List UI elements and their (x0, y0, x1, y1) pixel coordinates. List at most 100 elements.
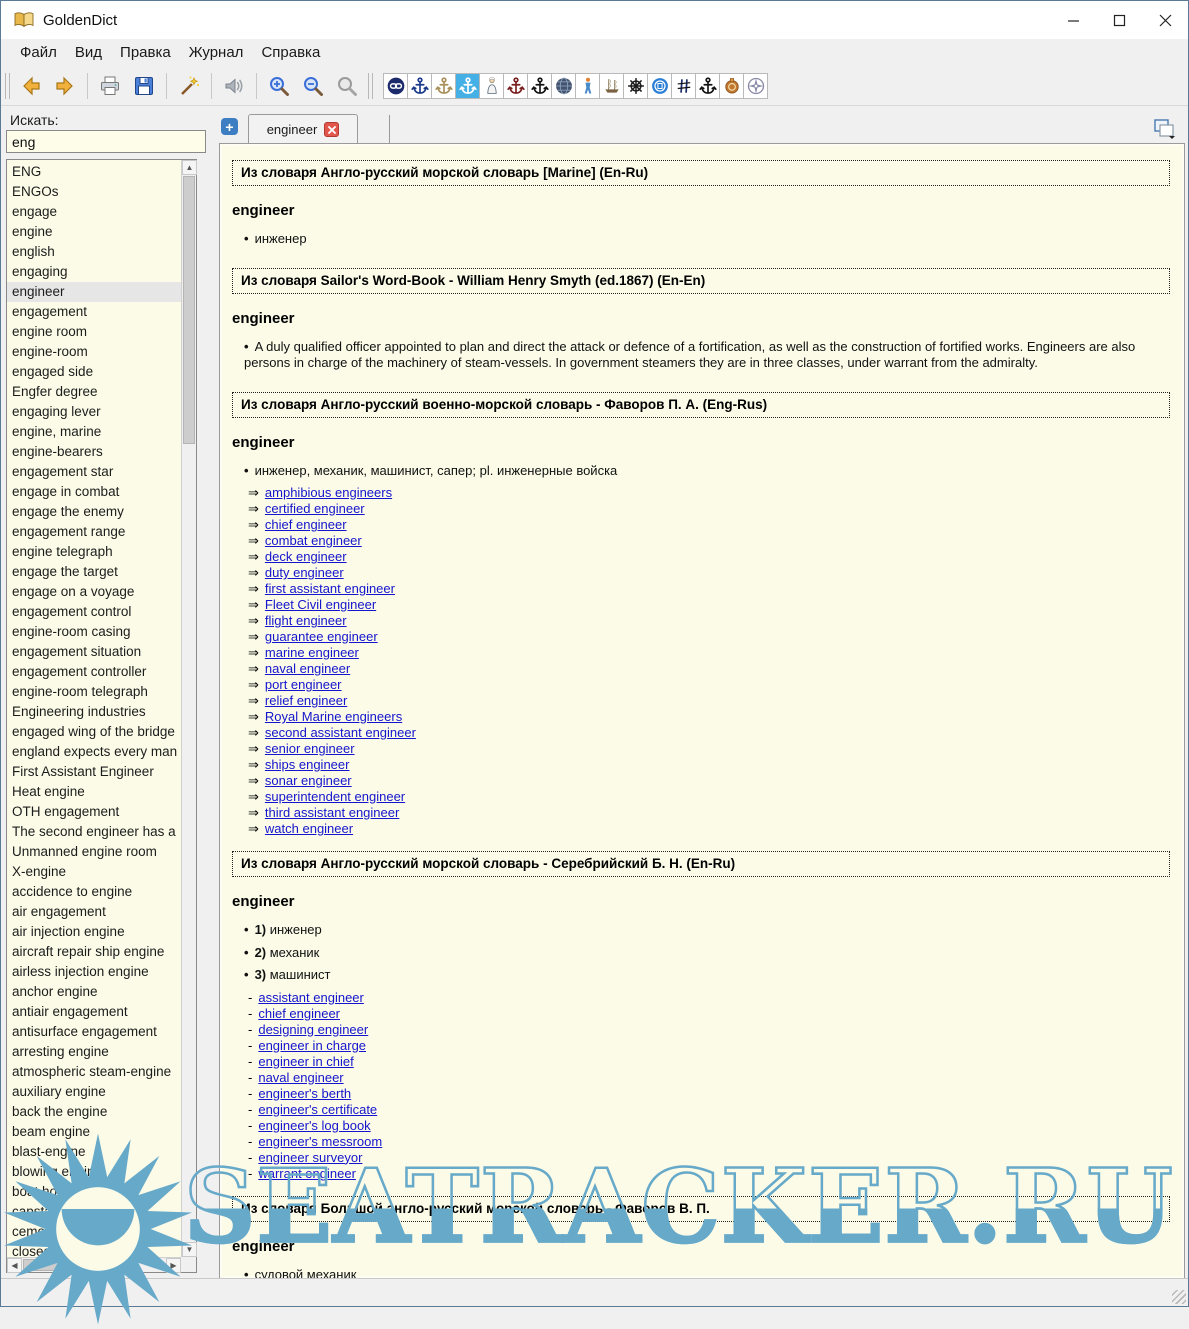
dictionary-link[interactable]: engineer in chief (258, 1054, 353, 1069)
word-list-item[interactable]: X-engine (7, 862, 181, 882)
dictionary-link[interactable]: watch engineer (265, 821, 353, 836)
dictionary-link[interactable]: assistant engineer (258, 990, 364, 1005)
dictionary-link[interactable]: designing engineer (258, 1022, 368, 1037)
word-list-item[interactable]: engine-bearers (7, 442, 181, 462)
word-list-item[interactable]: arresting engine (7, 1042, 181, 1062)
dictionary-link[interactable]: Royal Marine engineers (265, 709, 402, 724)
word-list-item[interactable]: blowing engine (7, 1162, 181, 1182)
sound-button[interactable] (217, 70, 251, 102)
menu-item[interactable]: Справка (252, 41, 329, 64)
dictionary-link[interactable]: ships engineer (265, 757, 350, 772)
scroll-left-arrow[interactable]: ◀ (7, 1258, 22, 1273)
tab-engineer[interactable]: engineer (248, 114, 358, 144)
dictionary-link[interactable]: Fleet Civil engineer (265, 597, 376, 612)
word-list-item[interactable]: The second engineer has a (7, 822, 181, 842)
close-button[interactable] (1142, 1, 1188, 39)
dictionary-link[interactable]: superintendent engineer (265, 789, 405, 804)
monogram-icon[interactable] (671, 73, 696, 99)
dictionary-link[interactable]: warrant engineer (258, 1166, 356, 1181)
word-list-item[interactable]: engaged wing of the bridge (7, 722, 181, 742)
word-list-item[interactable]: Unmanned engine room (7, 842, 181, 862)
dictionary-link[interactable]: naval engineer (258, 1070, 343, 1085)
dictionary-link[interactable]: senior engineer (265, 741, 355, 756)
word-list-item[interactable]: auxiliary engine (7, 1082, 181, 1102)
zoom-out-button[interactable] (296, 70, 330, 102)
word-list-item[interactable]: air injection engine (7, 922, 181, 942)
dictionary-link[interactable]: sonar engineer (265, 773, 352, 788)
roundel-icon[interactable] (647, 73, 672, 99)
word-list-item[interactable]: engine, marine (7, 422, 181, 442)
word-list-item[interactable]: antiair engagement (7, 1002, 181, 1022)
anchor-blue-icon[interactable] (407, 73, 432, 99)
print-button[interactable] (93, 70, 127, 102)
word-list-item[interactable]: aircraft repair ship engine (7, 942, 181, 962)
word-list-item[interactable]: Engineering industries (7, 702, 181, 722)
word-list-item[interactable]: engine-room telegraph (7, 682, 181, 702)
word-list-item[interactable]: air engagement (7, 902, 181, 922)
scroll-right-arrow[interactable]: ▶ (166, 1258, 181, 1273)
word-list-item[interactable]: engage the target (7, 562, 181, 582)
save-button[interactable] (127, 70, 161, 102)
word-list-item[interactable]: antisurface engagement (7, 1022, 181, 1042)
word-list-item[interactable]: Engfer degree (7, 382, 181, 402)
menu-item[interactable]: Вид (66, 41, 111, 64)
wheel-icon[interactable] (623, 73, 648, 99)
dictionary-link[interactable]: amphibious engineers (265, 485, 392, 500)
word-list-item[interactable]: cemote-control engine (7, 1222, 181, 1242)
word-list-item[interactable]: engine-room casing (7, 622, 181, 642)
menu-item[interactable]: Журнал (180, 41, 253, 64)
word-list-item[interactable]: Heat engine (7, 782, 181, 802)
dictionary-link[interactable]: marine engineer (265, 645, 359, 660)
dictionary-link[interactable]: certified engineer (265, 501, 365, 516)
minimize-button[interactable] (1050, 1, 1096, 39)
scroll-thumb-h[interactable] (23, 1259, 103, 1271)
anchor-tan-icon[interactable] (431, 73, 456, 99)
back-button[interactable] (14, 70, 48, 102)
dictionary-link[interactable]: chief engineer (265, 517, 347, 532)
word-list-item[interactable]: ENGOs (7, 182, 181, 202)
dictionary-link[interactable]: chief engineer (258, 1006, 340, 1021)
word-list-item[interactable]: accidence to engine (7, 882, 181, 902)
dictionary-link[interactable]: engineer in charge (258, 1038, 366, 1053)
zoom-reset-button[interactable] (330, 70, 364, 102)
menu-item[interactable]: Файл (11, 41, 66, 64)
word-list-item[interactable]: engagement control (7, 602, 181, 622)
wordlist-vertical-scrollbar[interactable]: ▲ ▼ (181, 160, 196, 1257)
word-list-item[interactable]: english (7, 242, 181, 262)
dictionary-link[interactable]: engineer surveyor (258, 1150, 362, 1165)
figure-icon[interactable] (575, 73, 600, 99)
dictionary-link[interactable]: engineer's berth (258, 1086, 351, 1101)
word-list-item[interactable]: atmospheric steam-engine (7, 1062, 181, 1082)
ship-icon[interactable] (599, 73, 624, 99)
dictionary-link[interactable]: engineer's log book (258, 1118, 370, 1133)
scroll-down-arrow[interactable]: ▼ (182, 1242, 197, 1257)
word-list-item[interactable]: engage on a voyage (7, 582, 181, 602)
maximize-button[interactable] (1096, 1, 1142, 39)
word-list-item[interactable]: First Assistant Engineer (7, 762, 181, 782)
anchor-darkred-icon[interactable] (503, 73, 528, 99)
word-list-item[interactable]: engage in combat (7, 482, 181, 502)
word-list-item[interactable]: blast-engine (7, 1142, 181, 1162)
dictionary-link[interactable]: guarantee engineer (265, 629, 378, 644)
zoom-in-button[interactable] (262, 70, 296, 102)
anchor-black-icon[interactable] (527, 73, 552, 99)
anchor-cyan-icon[interactable] (455, 73, 480, 99)
word-list-item[interactable]: engaging (7, 262, 181, 282)
dictionary-link[interactable]: engineer's messroom (258, 1134, 382, 1149)
word-list-item[interactable]: beam engine (7, 1122, 181, 1142)
dictionary-link[interactable]: relief engineer (265, 693, 347, 708)
word-list-item[interactable]: engine telegraph (7, 542, 181, 562)
word-list-item[interactable]: engine room (7, 322, 181, 342)
word-list-item[interactable]: engage the enemy (7, 502, 181, 522)
toolbar-grip[interactable] (368, 73, 373, 99)
word-list-item[interactable]: ENG (7, 162, 181, 182)
dictionary-link[interactable]: duty engineer (265, 565, 344, 580)
wand-button[interactable] (172, 70, 206, 102)
dictionary-link[interactable]: port engineer (265, 677, 342, 692)
word-list-item[interactable]: engaging lever (7, 402, 181, 422)
menu-item[interactable]: Правка (111, 41, 180, 64)
word-list-item[interactable]: capstan engine (7, 1202, 181, 1222)
globe-icon[interactable] (551, 73, 576, 99)
tab-close-icon[interactable] (324, 122, 339, 137)
dictionary-link[interactable]: first assistant engineer (265, 581, 395, 596)
